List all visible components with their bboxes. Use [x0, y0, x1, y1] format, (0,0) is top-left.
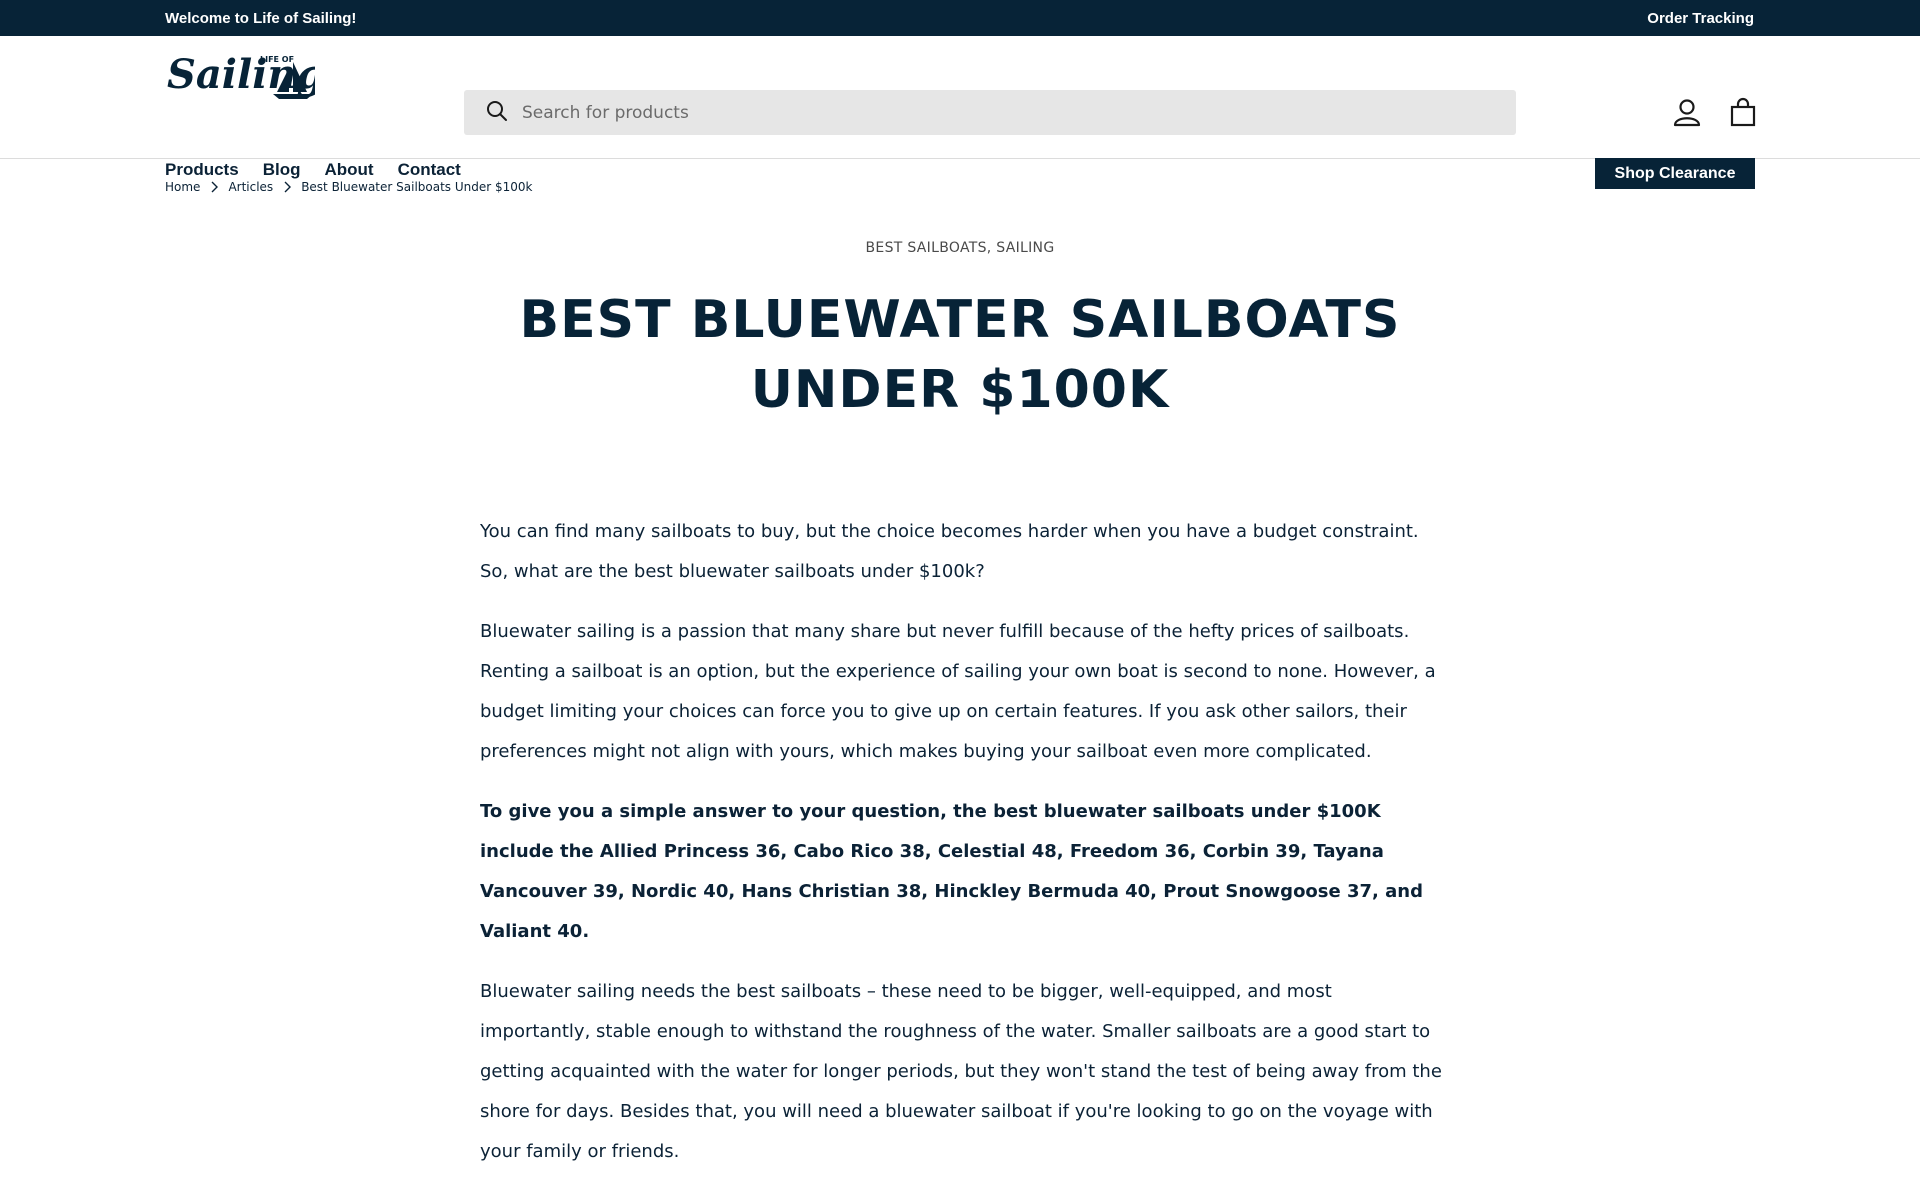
account-icon[interactable] — [1669, 94, 1705, 130]
article-paragraph: Bluewater sailing is a passion that many… — [480, 621, 1436, 762]
nav-blog[interactable]: Blog — [263, 160, 301, 180]
logo[interactable]: Sailing LIFE OF — [165, 48, 324, 100]
cart-icon[interactable] — [1725, 94, 1761, 130]
article-paragraph: You can find many sailboats to buy, but … — [480, 521, 1419, 582]
site-header: Sailing LIFE OF Products Blog About Cont… — [0, 36, 1920, 189]
article-body: You can find many sailboats to buy, but … — [480, 512, 1445, 1192]
nav-contact[interactable]: Contact — [398, 160, 461, 180]
search-input[interactable] — [522, 102, 1422, 123]
article-paragraph: Bluewater sailing needs the best sailboa… — [480, 981, 1442, 1162]
shop-clearance-button[interactable]: Shop Clearance — [1595, 158, 1755, 189]
nav-products[interactable]: Products — [165, 160, 239, 180]
logo-small: LIFE OF — [260, 55, 294, 64]
breadcrumb: Home Articles Best Bluewater Sailboats U… — [165, 180, 532, 194]
title-line-1: BEST BLUEWATER SAILBOATS — [519, 290, 1401, 350]
search-bar[interactable] — [464, 90, 1516, 135]
breadcrumb-articles[interactable]: Articles — [228, 180, 273, 194]
page-title: BEST BLUEWATER SAILBOATS UNDER $100K — [460, 285, 1460, 425]
nav-about[interactable]: About — [324, 160, 373, 180]
chevron-right-icon — [208, 181, 220, 193]
announcement-bar: Welcome to Life of Sailing! Order Tracki… — [0, 0, 1920, 36]
main-nav: Products Blog About Contact — [165, 160, 461, 180]
order-tracking-link[interactable]: Order Tracking — [1647, 10, 1754, 27]
search-icon[interactable] — [486, 100, 508, 126]
welcome-text: Welcome to Life of Sailing! — [165, 9, 357, 27]
article-summary-paragraph: To give you a simple answer to your ques… — [480, 801, 1423, 942]
chevron-right-icon — [281, 181, 293, 193]
logo-icon: Sailing LIFE OF — [167, 51, 324, 99]
breadcrumb-home[interactable]: Home — [165, 180, 200, 194]
breadcrumb-current: Best Bluewater Sailboats Under $100k — [301, 180, 533, 194]
title-line-2: UNDER $100K — [750, 360, 1170, 420]
article-categories[interactable]: BEST SAILBOATS, SAILING — [0, 240, 1920, 256]
